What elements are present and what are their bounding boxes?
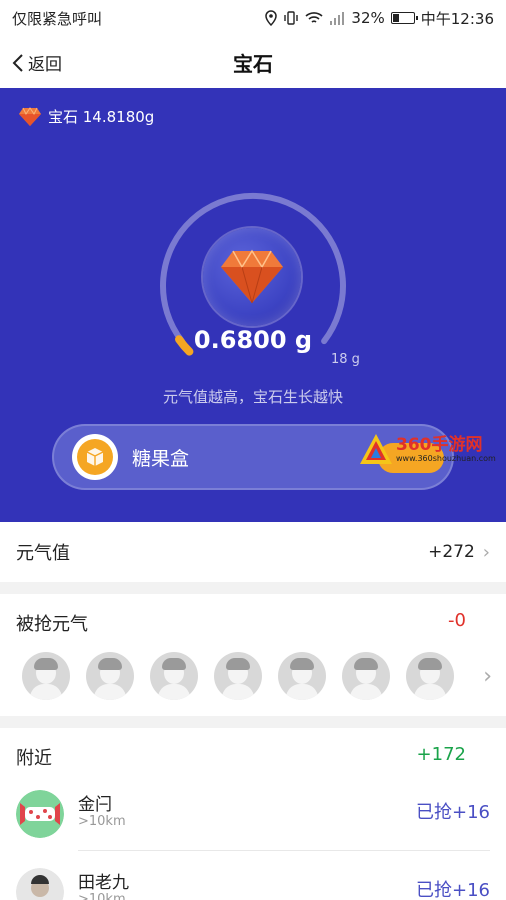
candy-avatar-icon xyxy=(16,790,64,838)
robber-avatar[interactable] xyxy=(214,652,262,700)
nearby-list-item[interactable]: 田老九 >10km 已抢+16 xyxy=(0,858,506,900)
gem-total: 宝石 14.8180g xyxy=(18,106,154,127)
robber-avatar[interactable] xyxy=(86,652,134,700)
robber-avatar[interactable] xyxy=(342,652,390,700)
genki-value: +272 xyxy=(428,542,475,562)
gem-hero-panel: 宝石 14.8180g 0.6800 g 18 g 元气值越高，宝石生长越快 糖… xyxy=(0,88,506,522)
current-gem-value: 0.6800 g xyxy=(193,326,313,354)
person-distance: >10km xyxy=(78,814,126,829)
robbed-value: -0 xyxy=(448,610,466,631)
section-gap xyxy=(0,582,506,594)
person-distance: >10km xyxy=(78,892,126,900)
chevron-right-icon[interactable]: › xyxy=(483,664,492,689)
page-title: 宝石 xyxy=(233,51,273,76)
gem-icon-large xyxy=(221,249,283,304)
robbed-status[interactable]: 已抢+16 xyxy=(416,876,490,900)
status-bar: 仅限紧急呼叫 32% 中午12:36 xyxy=(0,0,506,36)
gem-icon xyxy=(19,106,41,126)
watermark-triangle-icon xyxy=(360,434,392,464)
candy-box-icon xyxy=(72,434,118,480)
back-button[interactable]: 返回 xyxy=(12,50,62,75)
robbed-label: 被抢元气 xyxy=(16,614,88,635)
wifi-icon xyxy=(305,12,323,23)
watermark-logo: 360手游网 www.360shouzhuan.com xyxy=(358,430,506,470)
chevron-left-icon xyxy=(12,53,23,72)
section-gap xyxy=(0,716,506,728)
candy-box-label: 糖果盒 xyxy=(132,447,190,470)
robber-avatar[interactable] xyxy=(278,652,326,700)
robbed-genki-section: 被抢元气 -0 › xyxy=(0,594,506,716)
robber-avatar-list xyxy=(22,652,454,700)
clock-text: 中午12:36 xyxy=(420,9,494,28)
chevron-right-icon: › xyxy=(482,541,490,563)
avatar xyxy=(16,790,64,838)
robber-avatar[interactable] xyxy=(406,652,454,700)
vibrate-icon xyxy=(284,11,299,25)
gauge-max-label: 18 g xyxy=(331,352,360,367)
growth-hint: 元气值越高，宝石生长越快 xyxy=(162,388,343,406)
battery-icon xyxy=(390,12,418,24)
box-icon xyxy=(86,448,104,466)
nearby-section: 附近 +172 金闩 >10km 已抢+16 田老九 >10km 已抢+16 xyxy=(0,728,506,900)
nearby-value: +172 xyxy=(416,744,466,765)
list-divider xyxy=(78,850,490,851)
status-icons: 32% 中午12:36 xyxy=(265,8,494,29)
genki-label: 元气值 xyxy=(16,543,70,564)
battery-percent: 32% xyxy=(351,9,385,27)
person-name: 田老九 xyxy=(78,873,129,893)
gem-total-text: 宝石 14.8180g xyxy=(48,108,155,126)
person-name: 金闩 xyxy=(78,795,112,815)
carrier-text: 仅限紧急呼叫 xyxy=(12,9,103,28)
person-photo-avatar-icon xyxy=(16,868,64,900)
nearby-list-item[interactable]: 金闩 >10km 已抢+16 xyxy=(0,780,506,856)
watermark-url: www.360shouzhuan.com xyxy=(396,454,496,463)
nav-bar: 返回 宝石 xyxy=(0,36,506,88)
nearby-label: 附近 xyxy=(16,748,52,769)
gem-bubble[interactable] xyxy=(203,228,301,326)
avatar xyxy=(16,868,64,900)
watermark-title: 360手游网 xyxy=(396,435,483,455)
back-label: 返回 xyxy=(28,55,62,75)
genki-value-row[interactable]: 元气值 +272 › xyxy=(0,522,506,582)
location-icon xyxy=(265,10,278,26)
robber-avatar[interactable] xyxy=(150,652,198,700)
signal-icon xyxy=(330,12,345,25)
robbed-status[interactable]: 已抢+16 xyxy=(416,798,490,824)
robber-avatar[interactable] xyxy=(22,652,70,700)
